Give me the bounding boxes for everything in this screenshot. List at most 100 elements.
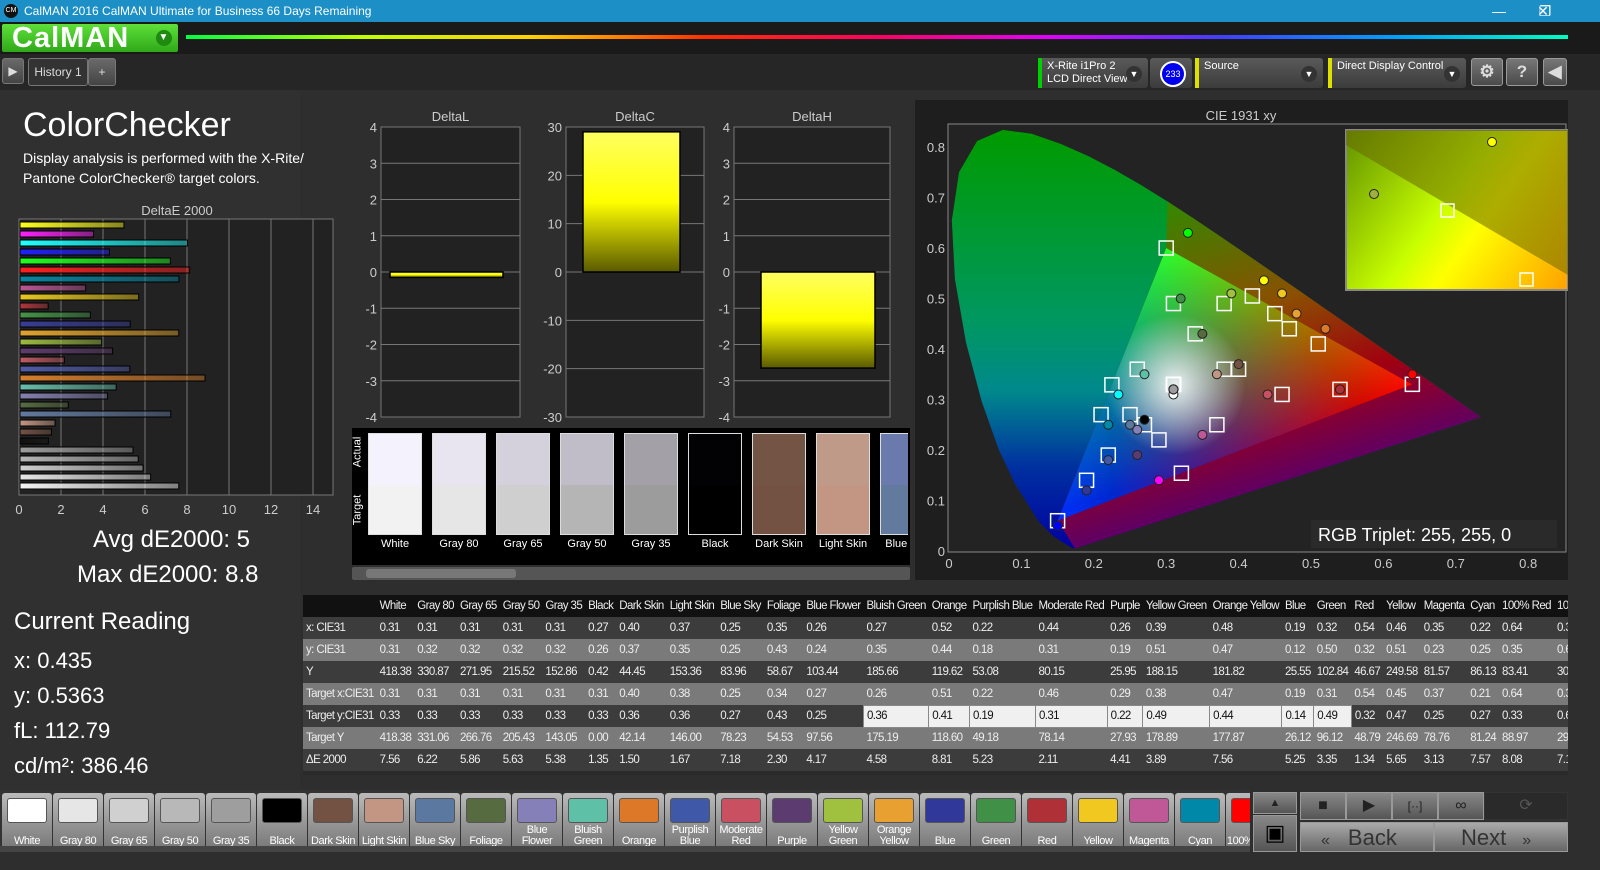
column-header: Bluish Green: [863, 595, 929, 617]
window-title: CalMAN 2016 CalMAN Ultimate for Business…: [24, 4, 372, 18]
table-cell[interactable]: 0.36: [862, 704, 930, 728]
add-tab-button[interactable]: +: [88, 58, 116, 86]
column-header: Red: [1351, 595, 1384, 617]
collapse-panel-icon[interactable]: ◀: [1543, 58, 1567, 86]
table-cell: 418.38: [376, 727, 415, 749]
patch-button[interactable]: Yellow Green: [818, 793, 868, 849]
meter-count-badge[interactable]: 233: [1160, 61, 1186, 87]
display-control-dropdown[interactable]: Direct Display Control ▼: [1328, 58, 1466, 88]
swatch-label: Black: [701, 538, 729, 550]
next-button[interactable]: Next »: [1434, 822, 1568, 852]
refresh-button[interactable]: ⟳: [1484, 792, 1568, 820]
patch-button[interactable]: Purple: [767, 793, 817, 849]
reading-x: x: 0.435: [14, 648, 93, 673]
patch-button[interactable]: Red: [1022, 793, 1072, 849]
table-cell[interactable]: 0.14: [1281, 704, 1315, 728]
comparison-scrollbar[interactable]: [352, 567, 910, 580]
patch-button[interactable]: Orange: [614, 793, 664, 849]
comparison-swatch[interactable]: Gray 65: [496, 433, 552, 563]
patch-button[interactable]: Yellow: [1073, 793, 1123, 849]
patch-button[interactable]: Black: [257, 793, 307, 849]
patch-button[interactable]: Moderate Red: [716, 793, 766, 849]
table-cell: 249.58: [1383, 661, 1421, 683]
patch-color: [772, 798, 812, 823]
source-dropdown[interactable]: Source ▼: [1195, 58, 1323, 88]
patch-color: [568, 798, 608, 823]
patch-button[interactable]: Foliage: [461, 793, 511, 849]
patch-button[interactable]: Magenta: [1124, 793, 1174, 849]
table-cell[interactable]: 0.22: [1106, 704, 1144, 728]
deltae-bar: [19, 410, 172, 418]
table-cell: 4.17: [803, 749, 864, 771]
patch-button[interactable]: Blue Flower: [512, 793, 562, 849]
patch-button[interactable]: White: [2, 793, 52, 849]
y-tick-label: 4: [723, 120, 730, 135]
patch-button[interactable]: Light Skin: [359, 793, 409, 849]
table-cell: 0.35: [1420, 617, 1468, 639]
app-logo-icon: CM: [4, 4, 18, 18]
scrollbar-thumb[interactable]: [366, 569, 516, 578]
table-cell: 0.37: [1420, 683, 1468, 705]
close-icon[interactable]: ✕: [1520, 0, 1566, 22]
table-cell[interactable]: 0.41: [928, 704, 971, 728]
table-cell[interactable]: 0.31: [1034, 704, 1108, 728]
comparison-swatch[interactable]: Black: [688, 433, 744, 563]
back-button[interactable]: « Back: [1300, 822, 1434, 852]
comparison-swatch[interactable]: Gray 80: [432, 433, 488, 563]
table-cell[interactable]: 0.44: [1209, 704, 1283, 728]
patch-button[interactable]: Blue Sky: [410, 793, 460, 849]
table-cell: 42.14: [616, 727, 667, 749]
chevron-down-icon: ▼: [1126, 66, 1142, 82]
patch-button[interactable]: Cyan: [1175, 793, 1225, 849]
table-cell: 119.62: [928, 661, 970, 683]
settings-gear-icon[interactable]: ⚙: [1471, 58, 1503, 86]
patch-button[interactable]: Gray 50: [155, 793, 205, 849]
loop-button[interactable]: ∞: [1438, 792, 1484, 820]
patch-button[interactable]: 100% Red: [1226, 793, 1250, 849]
table-cell: 175.19: [863, 727, 929, 749]
table-cell: 78.76: [1420, 727, 1468, 749]
patch-button[interactable]: Purplish Blue: [665, 793, 715, 849]
range-measure-button[interactable]: [··]: [1392, 792, 1438, 820]
comparison-swatch[interactable]: Gray 35: [624, 433, 680, 563]
patch-button[interactable]: Gray 80: [53, 793, 103, 849]
table-cell: 5.23: [969, 749, 1036, 771]
patch-button[interactable]: Bluish Green: [563, 793, 613, 849]
y-tick-label: 0: [370, 265, 377, 280]
table-cell: 178.89: [1142, 727, 1210, 749]
table-cell: 0.64: [1499, 683, 1554, 705]
table-cell[interactable]: 0.49: [1313, 704, 1352, 728]
tab-history-1[interactable]: History 1: [28, 58, 88, 86]
comparison-swatch[interactable]: Gray 50: [560, 433, 616, 563]
patch-button[interactable]: Dark Skin: [308, 793, 358, 849]
patch-button[interactable]: Orange Yellow: [869, 793, 919, 849]
minimize-icon[interactable]: —: [1476, 0, 1522, 22]
stop-button[interactable]: ■: [1300, 792, 1346, 820]
play-button[interactable]: ▶: [1346, 792, 1392, 820]
table-cell: 0.26: [803, 617, 864, 639]
comparison-swatch[interactable]: Light Skin: [816, 433, 872, 563]
stop-measure-button[interactable]: ▣: [1253, 815, 1297, 852]
patch-color: [517, 798, 557, 823]
help-icon[interactable]: ?: [1506, 58, 1538, 86]
table-cell: 1.34: [1351, 749, 1384, 771]
measured-marker: [1226, 288, 1237, 299]
table-cell[interactable]: 0.19: [969, 704, 1036, 728]
patch-button[interactable]: Gray 65: [104, 793, 154, 849]
comparison-swatch[interactable]: White: [368, 433, 424, 563]
scroll-up-button[interactable]: ▲: [1253, 792, 1297, 814]
patch-button[interactable]: Gray 35: [206, 793, 256, 849]
x-tick-label: 0.3: [1157, 556, 1175, 571]
patch-button[interactable]: Blue: [920, 793, 970, 849]
measured-marker: [1139, 414, 1150, 425]
table-cell[interactable]: 0.49: [1142, 704, 1211, 728]
patch-scrollbar[interactable]: [0, 846, 1250, 852]
reading-fl: fL: 112.79: [14, 718, 111, 743]
patch-button[interactable]: Green: [971, 793, 1021, 849]
meter-dropdown[interactable]: X-Rite i1Pro 2 LCD Direct View ▼: [1038, 58, 1148, 88]
comparison-swatch[interactable]: Blue Sky: [880, 433, 908, 563]
calman-menu-button[interactable]: CalMAN ▼: [2, 24, 178, 53]
comparison-swatch[interactable]: Dark Skin: [752, 433, 808, 563]
y-tick-label: 10: [548, 217, 562, 232]
play-workflow-icon[interactable]: ▶: [2, 58, 24, 84]
